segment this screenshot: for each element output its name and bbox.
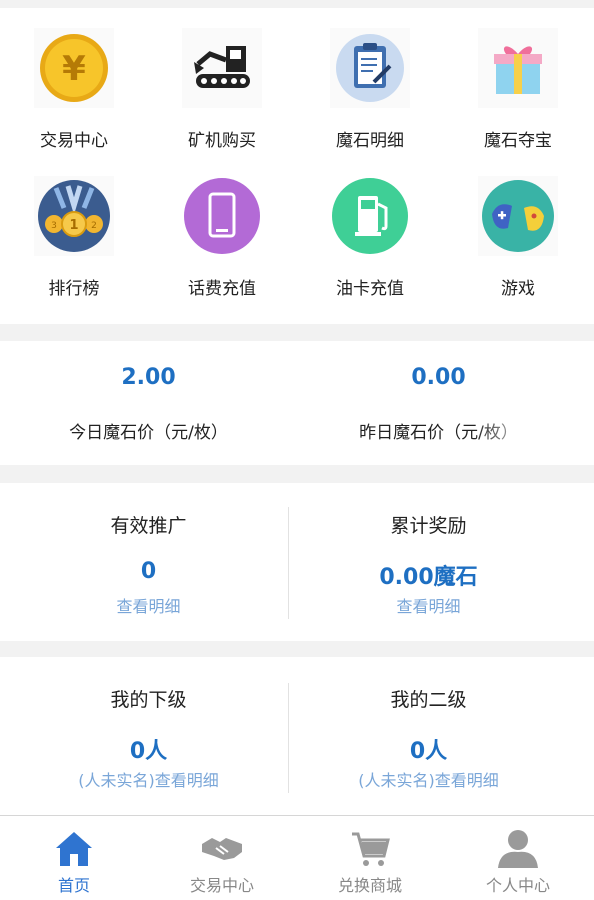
- fuel-pump-icon: [332, 178, 408, 254]
- total-reward-value: 0.00魔石: [379, 565, 478, 590]
- svg-text:1: 1: [69, 218, 78, 233]
- promotion-card: 有效推广 0 查看明细 累计奖励 0.00魔石 查看明细: [0, 483, 594, 641]
- phone-icon: [184, 178, 260, 254]
- bottom-tab-bar: 首页 交易中心 兑换商城 个人中心: [0, 815, 594, 900]
- tab-label: 个人中心: [485, 876, 550, 895]
- gold-coin-yen-icon: ¥: [34, 28, 114, 108]
- grid-label: 交易中心: [40, 131, 108, 151]
- price-card: 2.00 今日魔石价（元/枚） 0.00 昨日魔石价（元/枚）: [0, 341, 594, 465]
- valid-promotion-detail-link[interactable]: 查看明细: [0, 593, 297, 617]
- tab-label: 首页: [57, 876, 90, 895]
- grid-item-fuel-recharge[interactable]: 油卡充值: [296, 158, 444, 308]
- fade-overlay: [474, 401, 594, 465]
- yesterday-price-value: 0.00: [411, 365, 466, 390]
- grid-item-game[interactable]: 游戏: [444, 158, 592, 308]
- grid-item-miner-purchase[interactable]: 矿机购买: [148, 8, 296, 158]
- medals-icon: 1 3 2: [34, 176, 114, 256]
- grid-item-stone-detail[interactable]: 魔石明细: [296, 8, 444, 158]
- total-reward-title: 累计奖励: [390, 515, 467, 537]
- mining-machine-icon: [182, 28, 262, 108]
- tab-home[interactable]: 首页: [0, 816, 148, 900]
- grid-item-trade-center[interactable]: ¥ 交易中心: [0, 8, 148, 158]
- grid-item-phone-recharge[interactable]: 话费充值: [148, 158, 296, 308]
- svg-text:¥: ¥: [62, 49, 86, 89]
- grid-label: 矿机购买: [188, 131, 256, 151]
- svg-text:2: 2: [91, 221, 97, 231]
- grid-label: 魔石夺宝: [484, 131, 552, 151]
- handshake-icon: [202, 838, 242, 860]
- my-subordinates-title: 我的下级: [110, 689, 187, 711]
- top-strip: [0, 0, 594, 8]
- valid-promotion-value: 0: [140, 559, 157, 584]
- tab-exchange-mall[interactable]: 兑换商城: [296, 816, 444, 900]
- home-icon: [56, 832, 92, 866]
- grid-label: 排行榜: [48, 279, 100, 299]
- cart-icon: [352, 832, 390, 866]
- gift-box-icon: [478, 28, 558, 108]
- my-second-level-value: 0人: [409, 739, 448, 764]
- tab-trade-center[interactable]: 交易中心: [148, 816, 296, 900]
- grid-item-ranking[interactable]: 1 3 2 排行榜: [0, 158, 148, 308]
- grid-label: 话费充值: [188, 279, 256, 299]
- clipboard-icon: [330, 28, 410, 108]
- function-grid: ¥ 交易中心 矿机购买 魔石明细 魔石夺宝 1 3 2 排行榜 话费充值 油卡充…: [0, 8, 594, 324]
- today-price-value: 2.00: [121, 365, 176, 390]
- valid-promotion-title: 有效推广: [110, 515, 187, 537]
- svg-text:3: 3: [51, 221, 57, 231]
- grid-item-stone-treasure[interactable]: 魔石夺宝: [444, 8, 592, 158]
- gamepad-icon: [478, 176, 558, 256]
- total-reward-detail-link[interactable]: 查看明细: [280, 593, 577, 617]
- my-subordinates-value: 0人: [129, 739, 168, 764]
- grid-label: 魔石明细: [336, 131, 404, 151]
- team-card: 我的下级 0人 (人未实名)查看明细 我的二级 0人 (人未实名)查看明细: [0, 657, 594, 815]
- my-subordinates-detail-link[interactable]: (人未实名)查看明细: [0, 767, 297, 791]
- tab-label: 交易中心: [189, 876, 254, 895]
- today-price: 2.00 今日魔石价（元/枚）: [0, 341, 297, 465]
- tab-label: 兑换商城: [337, 876, 402, 895]
- grid-label: 游戏: [501, 279, 535, 299]
- tab-personal-center[interactable]: 个人中心: [444, 816, 592, 900]
- my-second-level-detail-link[interactable]: (人未实名)查看明细: [280, 767, 577, 791]
- user-icon: [498, 830, 538, 868]
- today-price-label: 今日魔石价（元/枚）: [69, 423, 228, 443]
- grid-label: 油卡充值: [336, 279, 404, 299]
- my-second-level-title: 我的二级: [390, 689, 467, 711]
